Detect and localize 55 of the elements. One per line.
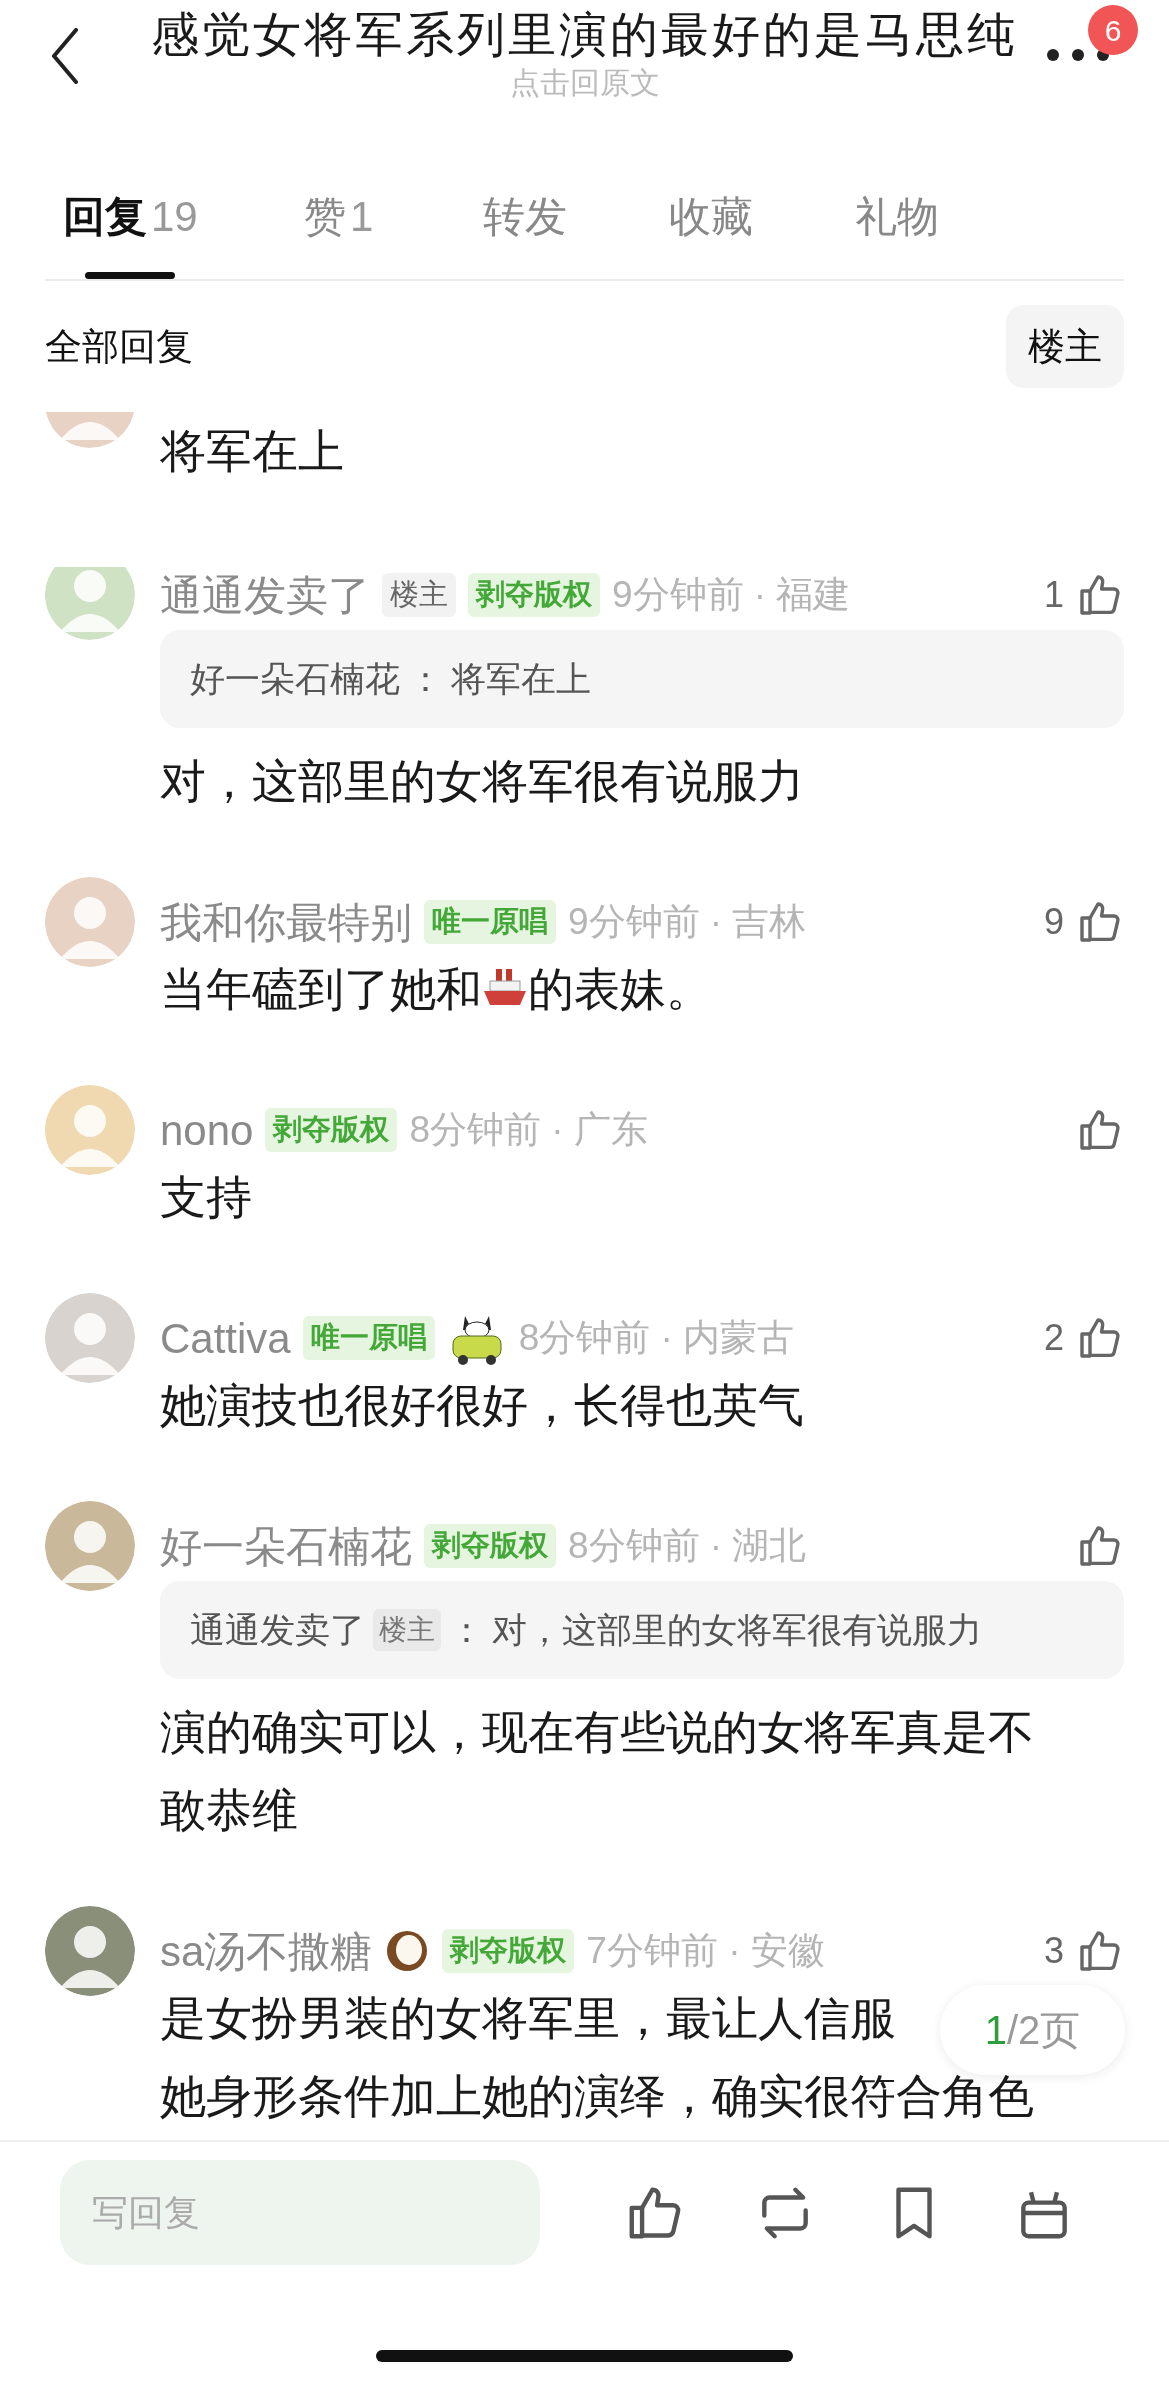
timestamp: 7分钟前 · 安徽 (586, 1929, 825, 1974)
filter-button[interactable]: 楼主 (1006, 305, 1124, 388)
quoted-text: 对，这部里的女将军很有说服力 (492, 1608, 982, 1651)
tab[interactable]: 回复19 (63, 185, 198, 245)
comment-text: 敢恭维 (160, 1783, 298, 1838)
tab[interactable]: 礼物 (854, 185, 939, 245)
timestamp: 8分钟前 · 内蒙古 (518, 1316, 795, 1361)
more-icon[interactable] (1046, 48, 1110, 62)
quoted-reply[interactable]: 通通发卖了 楼主 ： 对，这部里的女将军很有说服力 (160, 1581, 1124, 1679)
comment-text: 演的确实可以，现在有些说的女将军真是不 (160, 1705, 1034, 1760)
comment-text: 支持 (160, 1170, 252, 1225)
reply-field[interactable]: 写回复 (60, 2160, 540, 2265)
like-count: 1 (1043, 573, 1064, 617)
title-tag: 剥夺版权 (424, 1524, 556, 1568)
back-to-post-link[interactable]: 点击回原文 (509, 65, 660, 101)
page-indicator[interactable]: 1/2页 (940, 1985, 1125, 2075)
back-icon[interactable] (50, 28, 80, 84)
section-title: 全部回复 (45, 324, 193, 369)
like-count: 3 (1043, 1929, 1064, 1973)
username[interactable]: sa汤不撒糖 (160, 1919, 373, 1983)
owner-tag: 楼主 (382, 573, 456, 617)
tab[interactable]: 赞1 (304, 185, 374, 245)
quoted-reply[interactable]: 好一朵石楠花 ： 将军在上 (160, 630, 1124, 728)
quoted-username: 好一朵石楠花 (190, 657, 400, 700)
quote-separator: ： (449, 1608, 484, 1651)
post-title: 感觉女将军系列里演的最好的是马思纯 (151, 7, 1018, 63)
username[interactable]: Cattiva (160, 1306, 291, 1370)
avatar[interactable] (45, 1906, 135, 1996)
like-count: 9 (1043, 900, 1064, 944)
title-tag: 剥夺版权 (468, 573, 600, 617)
username[interactable]: nono (160, 1098, 254, 1162)
comment-text: 是女扮男装的女将军里，最让人信服 (160, 1991, 896, 2046)
timestamp: 8分钟前 · 湖北 (568, 1524, 807, 1569)
username[interactable]: 通通发卖了 (160, 567, 370, 627)
title-tag: 唯一原唱 (302, 1316, 435, 1360)
title-tag: 剥夺版权 (265, 1108, 398, 1152)
timestamp: 8分钟前 · 广东 (409, 1108, 648, 1153)
title-tag: 唯一原唱 (424, 900, 556, 944)
quoted-username: 通通发卖了 (190, 1608, 365, 1651)
like-count: 2 (1043, 1316, 1064, 1360)
tab[interactable]: 转发 (482, 185, 567, 245)
title-tag: 剥夺版权 (442, 1929, 575, 1973)
quote-separator: ： (408, 657, 443, 700)
comment-text: 当年磕到了她和 的表妹。 (160, 962, 712, 1017)
owner-tag: 楼主 (373, 1609, 441, 1651)
tab[interactable]: 收藏 (668, 185, 753, 245)
comment-text: 将军在上 (160, 424, 344, 479)
comment-text: 对，这部里的女将军很有说服力 (160, 754, 804, 809)
comment-text: 她演技也很好很好，长得也英气 (160, 1378, 804, 1433)
timestamp: 9分钟前 · 福建 (612, 573, 851, 618)
notification-badge: 6 (1088, 5, 1138, 55)
username[interactable]: 好一朵石楠花 (160, 1514, 412, 1578)
username[interactable]: 我和你最特别 (160, 890, 412, 954)
timestamp: 9分钟前 · 吉林 (568, 900, 807, 945)
quoted-text: 将军在上 (451, 657, 591, 700)
